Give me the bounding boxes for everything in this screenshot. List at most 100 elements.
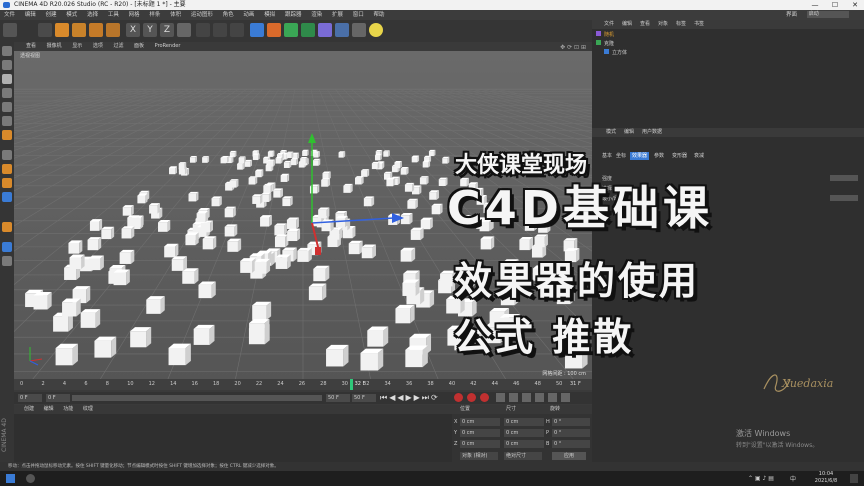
- key-position-icon[interactable]: [496, 393, 505, 402]
- coordinate-system-icon[interactable]: [177, 23, 191, 37]
- notification-icon[interactable]: [850, 474, 858, 483]
- playback-controls[interactable]: ⏮◀◀▶▶⏭⟳: [380, 393, 440, 403]
- menu-tracker[interactable]: 跟踪器: [285, 10, 302, 20]
- attr-subtab-parameter[interactable]: 参数: [654, 152, 664, 160]
- close-button[interactable]: ✕: [846, 0, 864, 10]
- viewport-menu-cameras[interactable]: 摄像机: [47, 43, 62, 49]
- layout-select[interactable]: 启动: [806, 11, 849, 18]
- rotation-b-field[interactable]: 0 °: [552, 440, 590, 448]
- camera-icon[interactable]: [352, 23, 366, 37]
- lock-workplane-icon[interactable]: [2, 222, 12, 232]
- position-y-field[interactable]: 0 cm: [460, 429, 500, 437]
- tray-icons[interactable]: ⌃ ▣ ♪ ▤: [748, 475, 774, 482]
- x-axis-icon[interactable]: X: [126, 23, 140, 37]
- axis-mode-icon[interactable]: [2, 150, 12, 160]
- recent-tool-icon[interactable]: [106, 23, 120, 37]
- render-picture-viewer-icon[interactable]: [213, 23, 227, 37]
- om-tab-bookmarks[interactable]: 书签: [694, 20, 704, 29]
- material-tab-function[interactable]: 功能: [63, 406, 73, 412]
- rotate-icon[interactable]: [89, 23, 103, 37]
- floor-icon[interactable]: [335, 23, 349, 37]
- size-z-field[interactable]: 0 cm: [504, 440, 544, 448]
- menu-simulate[interactable]: 模拟: [264, 10, 275, 20]
- attr-subtab-falloff[interactable]: 衰减: [694, 152, 704, 160]
- menu-edit[interactable]: 编辑: [25, 10, 36, 20]
- render-settings-icon[interactable]: [230, 23, 244, 37]
- menu-extensions[interactable]: 扩展: [332, 10, 343, 20]
- viewport-menu-filter[interactable]: 过滤: [113, 43, 123, 49]
- light-icon[interactable]: [369, 23, 383, 37]
- snap-icon[interactable]: [2, 178, 12, 188]
- list-item[interactable]: 立方体: [596, 49, 856, 58]
- om-tab-tags[interactable]: 标签: [676, 20, 686, 29]
- attr-tab-edit[interactable]: 编辑: [624, 128, 634, 137]
- cinema4d-taskbar-icon[interactable]: [26, 474, 35, 483]
- attr-subtab-basic[interactable]: 基本: [602, 152, 612, 160]
- workplane-icon[interactable]: [2, 88, 12, 98]
- maximize-button[interactable]: ☐: [826, 0, 844, 10]
- playhead-marker[interactable]: [349, 379, 353, 390]
- attr-subtab-deformer[interactable]: 变形器: [672, 152, 687, 160]
- size-x-field[interactable]: 0 cm: [504, 418, 544, 426]
- position-z-field[interactable]: 0 cm: [460, 440, 500, 448]
- attr-subtab-coord[interactable]: 坐标: [616, 152, 626, 160]
- clock[interactable]: 10:04 2021/6/8: [806, 471, 846, 485]
- apply-button[interactable]: 应用: [552, 452, 586, 460]
- om-tab-file[interactable]: 文件: [604, 20, 614, 29]
- rotation-p-field[interactable]: 0 °: [552, 429, 590, 437]
- coordinate-mode-select[interactable]: 对象 (相对): [460, 452, 498, 460]
- menu-tools[interactable]: 工具: [108, 10, 119, 20]
- render-view-icon[interactable]: [196, 23, 210, 37]
- minmax-slider[interactable]: [830, 195, 858, 201]
- attr-tab-mode[interactable]: 模式: [606, 128, 616, 137]
- position-x-field[interactable]: 0 cm: [460, 418, 500, 426]
- tweak-icon[interactable]: [2, 164, 12, 174]
- menu-help[interactable]: 帮助: [374, 10, 385, 20]
- cloner-icon[interactable]: [301, 23, 315, 37]
- z-axis-icon[interactable]: Z: [160, 23, 174, 37]
- attr-tab-userdata[interactable]: 用户数据: [642, 128, 662, 137]
- polygons-mode-icon[interactable]: [2, 130, 12, 140]
- start-frame-field[interactable]: 0 F: [18, 394, 42, 402]
- record-icon[interactable]: [454, 393, 463, 402]
- move-icon[interactable]: [55, 23, 69, 37]
- rotation-h-field[interactable]: 0 °: [552, 418, 590, 426]
- key-rotation-icon[interactable]: [509, 393, 518, 402]
- om-tab-view[interactable]: 查看: [640, 20, 650, 29]
- menu-mode[interactable]: 模式: [66, 10, 77, 20]
- make-editable-icon[interactable]: [2, 46, 12, 56]
- key-scale-icon[interactable]: [522, 393, 531, 402]
- cube-icon[interactable]: [250, 23, 264, 37]
- menu-create[interactable]: 创建: [46, 10, 57, 20]
- scale-icon[interactable]: [72, 23, 86, 37]
- menu-file[interactable]: 文件: [4, 10, 15, 20]
- end-frame-field[interactable]: 50 F: [352, 394, 376, 402]
- viewport-menu-prorender[interactable]: ProRender: [155, 43, 181, 49]
- material-tab-create[interactable]: 创建: [24, 406, 34, 412]
- keyframe-selection-icon[interactable]: [480, 393, 489, 402]
- y-axis-icon[interactable]: Y: [143, 23, 157, 37]
- menu-volume[interactable]: 体积: [170, 10, 181, 20]
- texture-mode-icon[interactable]: [2, 74, 12, 84]
- preview-start-field[interactable]: 0 F: [46, 394, 70, 402]
- planar-workplane-icon[interactable]: [2, 242, 12, 252]
- menu-window[interactable]: 窗口: [353, 10, 364, 20]
- start-icon[interactable]: [6, 474, 15, 483]
- key-pla-icon[interactable]: [548, 393, 557, 402]
- grid-icon[interactable]: [2, 256, 12, 266]
- viewport-menu-panel[interactable]: 面板: [134, 43, 144, 49]
- menu-mograph[interactable]: 运动图形: [191, 10, 213, 20]
- points-mode-icon[interactable]: [2, 102, 12, 112]
- model-mode-icon[interactable]: [2, 60, 12, 70]
- viewport-menu-view[interactable]: 查看: [26, 43, 36, 49]
- timeline-ruler[interactable]: 0 2 4 6 8 10 12 14 16 18 20 22 24 26 28 30 32 34 36 38 40 42 4…: [14, 379, 592, 390]
- menu-mesh[interactable]: 网格: [129, 10, 140, 20]
- key-grid-icon[interactable]: [561, 393, 570, 402]
- input-language[interactable]: 中: [790, 474, 796, 483]
- material-tab-texture[interactable]: 纹理: [83, 406, 93, 412]
- autokey-icon[interactable]: [467, 393, 476, 402]
- om-tab-objects[interactable]: 对象: [658, 20, 668, 29]
- list-item[interactable]: 克隆: [596, 40, 856, 49]
- edges-mode-icon[interactable]: [2, 116, 12, 126]
- strength-slider[interactable]: [830, 175, 858, 181]
